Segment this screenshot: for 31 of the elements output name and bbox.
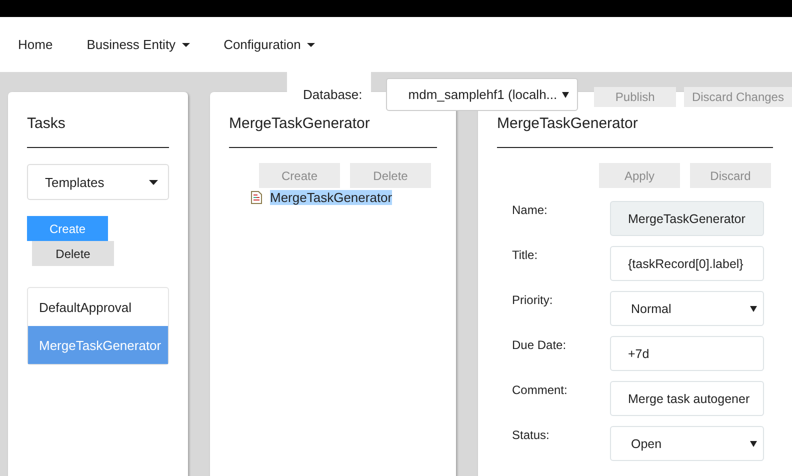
- input-field[interactable]: +7d: [610, 336, 764, 371]
- field-label: Status:: [512, 427, 550, 444]
- select-field[interactable]: Normal: [610, 291, 764, 326]
- panel-title: MergeTaskGenerator: [497, 115, 639, 134]
- panel-title: MergeTaskGenerator: [229, 115, 371, 134]
- caret-icon: [149, 180, 158, 184]
- field-label: Priority:: [512, 292, 554, 309]
- field-label: Due Date:: [512, 337, 568, 354]
- field-label: Name:: [512, 202, 548, 219]
- input-field[interactable]: {taskRecord[0].label}: [610, 246, 764, 281]
- task-list-item[interactable]: DefaultApproval: [28, 288, 168, 326]
- nav-menu-item[interactable]: Business Entity: [86, 37, 190, 52]
- input-field[interactable]: Merge task autogener: [610, 381, 764, 416]
- templates-select[interactable]: Templates: [27, 164, 169, 200]
- caret-icon: [750, 306, 757, 312]
- delete-button[interactable]: Delete: [32, 241, 114, 266]
- name-field: MergeTaskGenerator: [610, 201, 764, 236]
- panel-title: Tasks: [27, 115, 66, 134]
- caret-icon: [182, 42, 190, 46]
- caret-icon: [750, 440, 757, 446]
- field-label: Title:: [512, 247, 539, 264]
- tree-node[interactable]: MergeTaskGenerator: [270, 190, 392, 205]
- database-label: Database:: [303, 87, 362, 104]
- nav-menu-item[interactable]: Home: [18, 37, 53, 52]
- select-field[interactable]: Open: [610, 426, 764, 461]
- field-label: Comment:: [512, 382, 568, 399]
- caret-icon: [562, 92, 570, 98]
- database-select[interactable]: mdm_samplehf1 (localh...: [386, 78, 578, 111]
- nav-menu-item[interactable]: Configuration: [224, 37, 315, 52]
- document-icon: [251, 191, 262, 204]
- caret-icon: [306, 42, 315, 46]
